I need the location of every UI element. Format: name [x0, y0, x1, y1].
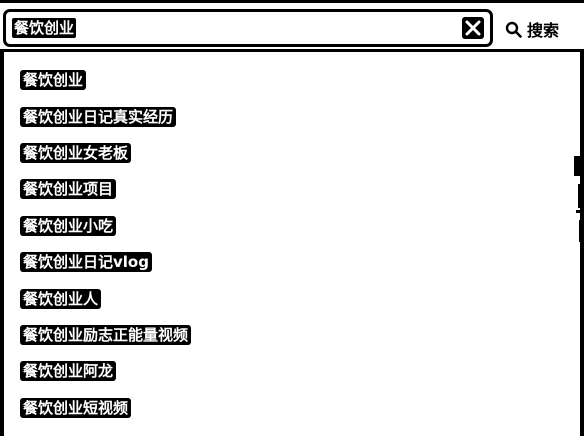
search-input[interactable]: 餐饮创业 [3, 9, 493, 47]
suggestion-item[interactable]: 餐饮创业 [4, 62, 570, 98]
suggestion-item[interactable]: 餐饮创业项目 [4, 171, 570, 207]
suggestion-text: 餐饮创业项目 [20, 179, 117, 200]
suggestion-item[interactable]: 餐饮创业励志正能量视频 [4, 317, 570, 353]
search-button[interactable]: 搜索 [505, 15, 559, 43]
search-query-text: 餐饮创业 [12, 18, 77, 38]
suggestion-text: 餐饮创业励志正能量视频 [20, 324, 192, 345]
suggestion-text: 餐饮创业阿龙 [20, 361, 117, 382]
suggestion-text: 餐饮创业人 [20, 288, 102, 309]
suggestion-item[interactable]: 餐饮创业小吃 [4, 208, 570, 244]
suggestion-item[interactable]: 餐饮创业短视频 [4, 390, 570, 426]
suggestion-item[interactable]: 餐饮创业日记真实经历 [4, 98, 570, 134]
close-icon[interactable] [462, 17, 484, 39]
search-bar: 餐饮创业 搜索 [0, 0, 584, 52]
background-page-edge [572, 52, 584, 436]
suggestion-text: 餐饮创业日记vlog [20, 252, 152, 273]
suggestion-item[interactable]: 餐饮创业女老板 [4, 135, 570, 171]
suggestion-list: 餐饮创业 餐饮创业日记真实经历 餐饮创业女老板 餐饮创业项目 餐饮创业小吃 餐饮… [4, 62, 570, 426]
suggestion-text: 餐饮创业日记真实经历 [20, 106, 177, 127]
suggestion-text: 餐饮创业 [20, 70, 87, 91]
search-icon [505, 21, 522, 38]
suggestion-text: 餐饮创业小吃 [20, 215, 117, 236]
suggestion-item[interactable]: 餐饮创业阿龙 [4, 353, 570, 389]
suggestion-item[interactable]: 餐饮创业日记vlog [4, 244, 570, 280]
suggestion-item[interactable]: 餐饮创业人 [4, 280, 570, 316]
suggestion-text: 餐饮创业女老板 [20, 142, 132, 163]
suggestion-text: 餐饮创业短视频 [20, 397, 132, 418]
search-button-label: 搜索 [527, 21, 560, 40]
